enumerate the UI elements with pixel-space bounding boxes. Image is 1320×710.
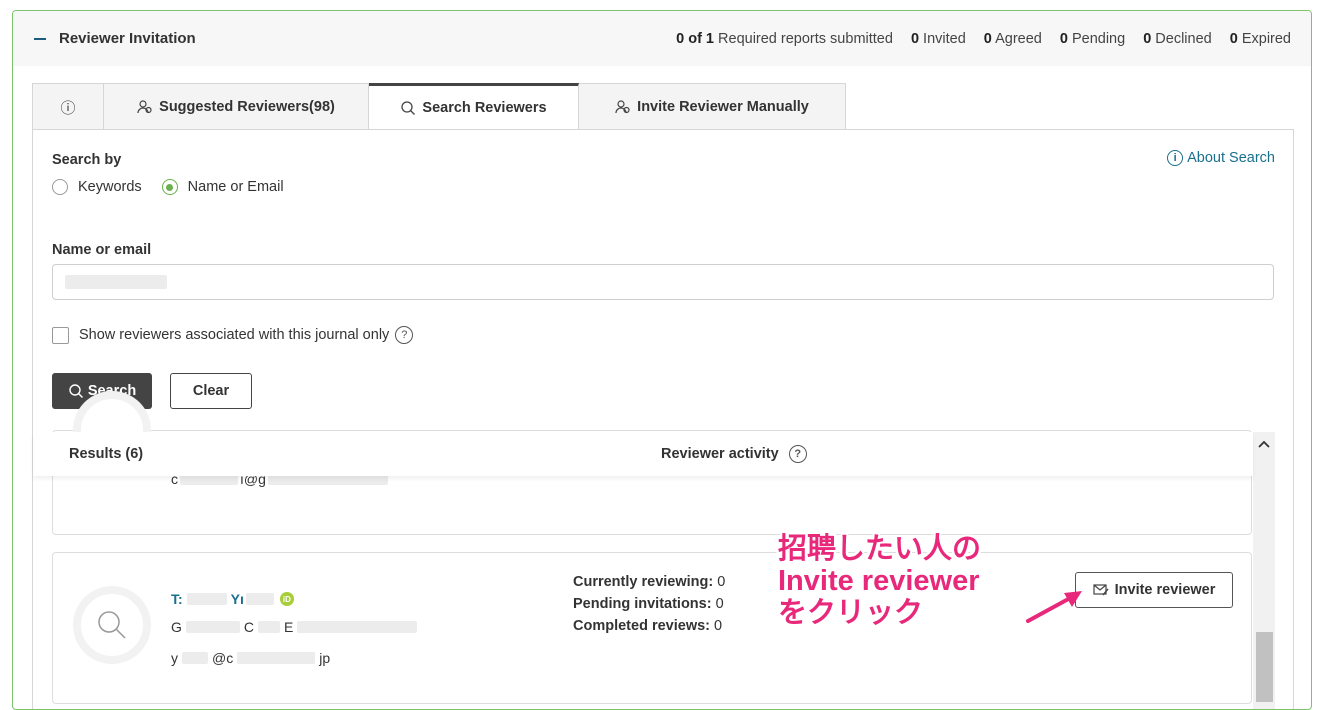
invite-reviewer-button[interactable]: Invite reviewer xyxy=(1075,572,1233,608)
info-circle-icon: i xyxy=(1167,150,1184,166)
tab-manual-label: Invite Reviewer Manually xyxy=(637,99,809,115)
info-icon: ⓘ xyxy=(60,99,76,117)
result-card: T: Yı iD G C E y @c jp Currently reviewi… xyxy=(52,552,1252,704)
search-icon xyxy=(69,384,83,398)
results-title: Results (6) xyxy=(69,446,144,462)
tab-info[interactable]: ⓘ xyxy=(32,83,104,130)
results-scrollbar[interactable] xyxy=(1253,432,1275,709)
search-by-label: Search by xyxy=(52,152,122,168)
collapse-minus-icon[interactable] xyxy=(33,32,47,46)
search-by-options: Keywords Name or Email xyxy=(52,179,304,195)
stat-pending: 0 Pending xyxy=(1059,30,1126,47)
search-icon xyxy=(98,611,126,639)
reviewer-invitation-panel: Reviewer Invitation 0 of 1 Required repo… xyxy=(12,10,1312,710)
tab-suggested-reviewers[interactable]: Suggested Reviewers(98) xyxy=(104,83,369,130)
radio-name-email-label[interactable]: Name or Email xyxy=(188,179,284,195)
about-search-label: About Search xyxy=(1187,150,1275,166)
tab-search-reviewers[interactable]: Search Reviewers xyxy=(369,83,579,130)
invite-reviewer-label: Invite reviewer xyxy=(1114,582,1216,598)
journal-only-checkbox[interactable] xyxy=(52,326,69,344)
stat-expired: 0 Expired xyxy=(1229,30,1291,47)
reviewer-name-link[interactable]: T: Yı iD xyxy=(171,591,294,607)
results-header: Results (6) Reviewer activity ? xyxy=(33,432,1253,476)
currently-reviewing: Currently reviewing: 0 xyxy=(573,574,726,590)
search-tab-content: Search by i About Search Keywords Name o… xyxy=(32,129,1294,709)
journal-only-label[interactable]: Show reviewers associated with this jour… xyxy=(79,327,389,343)
reviewer-activity-title: Reviewer activity ? xyxy=(661,445,807,463)
search-icon xyxy=(401,101,416,115)
orcid-icon[interactable]: iD xyxy=(279,592,294,606)
radio-keywords[interactable] xyxy=(52,179,68,195)
reviewer-activity-stats: Currently reviewing: 0 Pending invitatio… xyxy=(573,571,725,637)
chevron-up-icon[interactable] xyxy=(1253,436,1275,452)
instruction-annotation: 招聘したい人の Invite reviewer をクリック xyxy=(778,533,982,629)
tab-invite-manually[interactable]: Invite Reviewer Manually xyxy=(579,83,846,130)
help-icon[interactable]: ? xyxy=(395,326,414,344)
tab-search-label: Search Reviewers xyxy=(422,100,547,116)
avatar xyxy=(73,586,151,664)
about-search-link[interactable]: i About Search xyxy=(1167,150,1275,166)
envelope-edit-icon xyxy=(1093,584,1109,596)
annotation-arrow-icon xyxy=(1026,591,1082,623)
scrollbar-thumb[interactable] xyxy=(1256,632,1273,702)
name-email-input[interactable] xyxy=(52,264,1274,300)
reviewer-affiliation: G C E xyxy=(171,619,418,635)
panel-header[interactable]: Reviewer Invitation 0 of 1 Required repo… xyxy=(13,11,1311,66)
clear-button[interactable]: Clear xyxy=(170,373,252,409)
stat-invited: 0 Invited xyxy=(910,30,966,47)
reviewer-email: y @c jp xyxy=(171,650,331,666)
stat-declined: 0 Declined xyxy=(1143,30,1212,47)
user-add-icon xyxy=(615,100,630,114)
completed-reviews: Completed reviews: 0 xyxy=(573,618,723,634)
name-email-label: Name or email xyxy=(52,242,152,258)
users-icon xyxy=(137,100,152,114)
stat-required: 0 of 1 Required reports submitted xyxy=(676,30,893,47)
redacted-input-value xyxy=(65,275,167,289)
tab-suggested-label: Suggested Reviewers(98) xyxy=(159,99,335,115)
pending-invitations: Pending invitations: 0 xyxy=(573,596,724,612)
invitation-stats: 0 of 1 Required reports submitted 0 Invi… xyxy=(676,31,1291,47)
radio-keywords-label[interactable]: Keywords xyxy=(78,179,142,195)
radio-name-email[interactable] xyxy=(161,179,178,195)
panel-title: Reviewer Invitation xyxy=(59,30,196,47)
journal-only-option: Show reviewers associated with this jour… xyxy=(52,326,414,344)
reviewer-tabs: ⓘ Suggested Reviewers(98) Search Reviewe… xyxy=(32,83,846,130)
help-icon[interactable]: ? xyxy=(788,445,807,463)
stat-agreed: 0 Agreed xyxy=(983,30,1042,47)
